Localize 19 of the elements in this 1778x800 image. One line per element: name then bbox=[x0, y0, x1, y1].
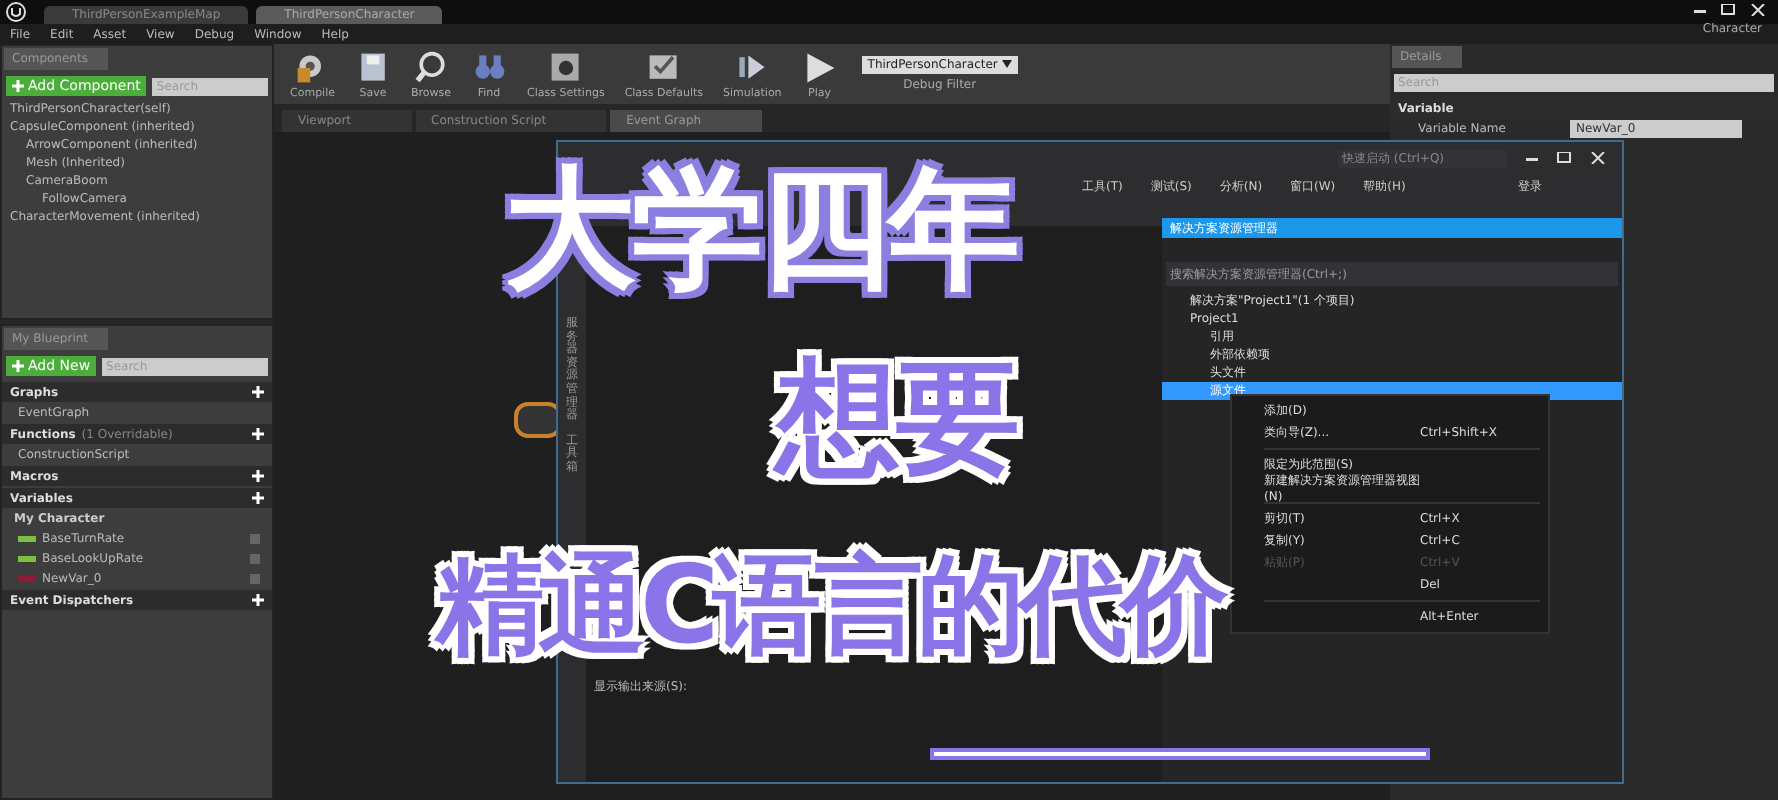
caption-text: 大学四年 bbox=[504, 164, 1016, 296]
plus-icon bbox=[252, 386, 264, 398]
plus-icon bbox=[252, 428, 264, 440]
logo-icon bbox=[6, 2, 26, 28]
floppy-disk-icon bbox=[355, 49, 391, 85]
search-icon bbox=[413, 49, 450, 85]
checklist-icon bbox=[645, 49, 682, 85]
caption-text: 精通C语言的代价 bbox=[436, 552, 1224, 660]
caret-icon bbox=[1001, 60, 1012, 68]
plus-icon bbox=[12, 80, 24, 92]
caption-text: 想要 bbox=[776, 356, 1016, 480]
play-icon bbox=[801, 49, 838, 85]
window-controls-icon[interactable] bbox=[1694, 4, 1766, 16]
plus-icon bbox=[252, 594, 264, 606]
binoculars-icon bbox=[471, 49, 508, 85]
plus-icon bbox=[252, 470, 264, 482]
plus-icon bbox=[252, 492, 264, 504]
window-controls-icon[interactable] bbox=[1526, 152, 1606, 164]
plus-icon bbox=[12, 360, 24, 372]
